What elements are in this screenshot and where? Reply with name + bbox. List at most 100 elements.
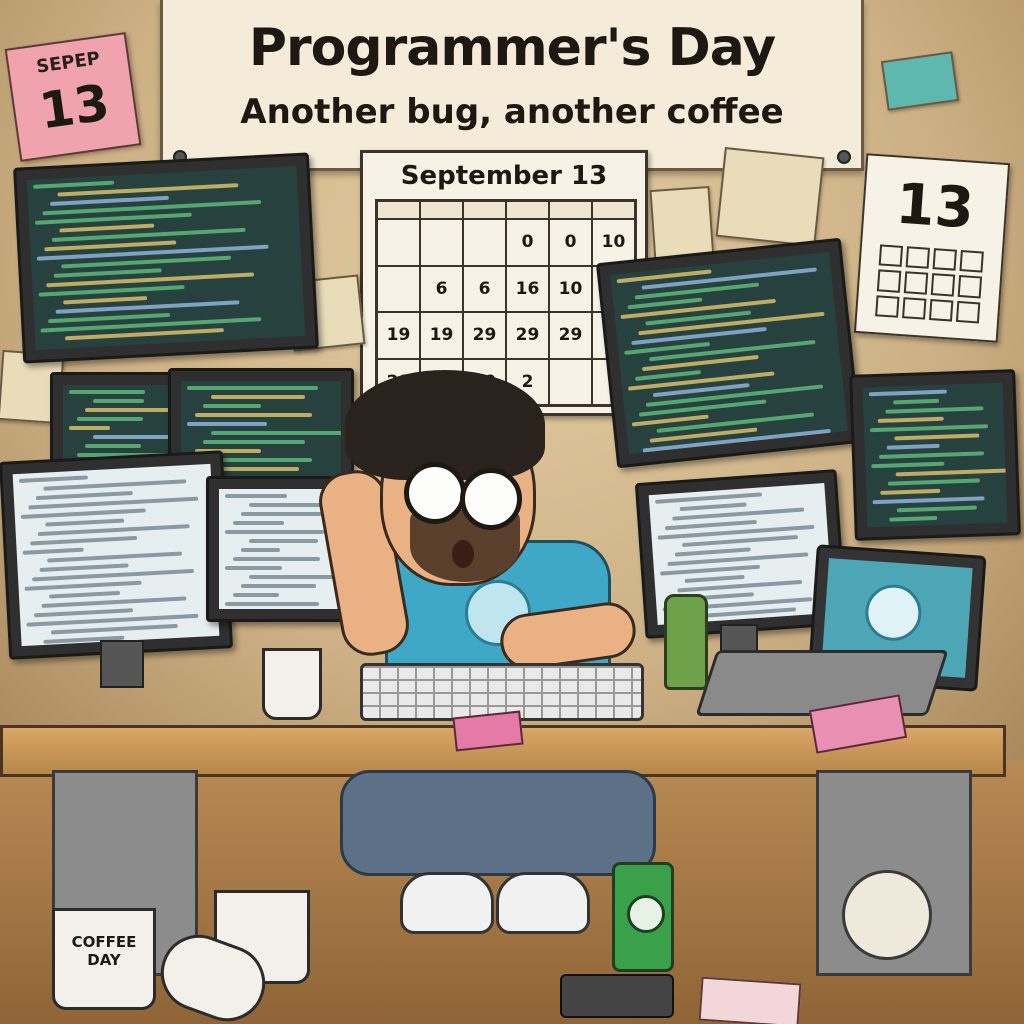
circle-logo-icon (863, 582, 924, 643)
code-line (249, 539, 318, 543)
laptop-keyboard (695, 650, 949, 716)
code-line (679, 502, 747, 512)
calendar-day-cell: 6 (420, 265, 463, 312)
code-line (69, 390, 145, 394)
code-line (47, 551, 182, 563)
right-calendar-day: 13 (893, 171, 977, 242)
code-line (48, 312, 170, 324)
calendar-day-cell (549, 358, 592, 405)
banner-title: Programmer's Day (248, 18, 776, 78)
monitor (13, 152, 319, 364)
code-line (211, 395, 306, 399)
calendar-day-cell: 16 (506, 265, 549, 312)
calendar-day-cell: 0 (549, 219, 592, 266)
code-line (77, 417, 143, 421)
calendar-day-cell: 0 (506, 219, 549, 266)
code-line (225, 530, 324, 534)
code-line (187, 422, 267, 426)
code-line (880, 488, 941, 495)
tipped-cup (842, 870, 932, 960)
programmers-day-illustration: Programmer's Day Another bug, another co… (0, 0, 1024, 1024)
code-line (43, 479, 186, 491)
code-line (225, 602, 319, 606)
code-line (38, 285, 185, 297)
pink-date-note: SEPEP 13 (4, 32, 142, 162)
code-line (37, 524, 191, 537)
calendar-day-cell (463, 219, 506, 266)
monitor (849, 369, 1021, 541)
circle-logo-icon (627, 895, 665, 933)
person-shoe (400, 872, 494, 934)
glasses-icon (404, 462, 466, 524)
calendar-day-cell: 10 (549, 265, 592, 312)
mug-label-line2: DAY (87, 951, 121, 969)
right-calendar: 13 (853, 153, 1011, 343)
person-shoe (496, 872, 590, 934)
code-line (24, 580, 142, 591)
code-line (233, 557, 321, 561)
calendar-weekday-header (463, 201, 506, 219)
code-line (203, 440, 306, 444)
code-line (22, 547, 85, 555)
calendar-title: September 13 (400, 161, 608, 191)
code-line (877, 416, 944, 423)
person-mouth (452, 540, 474, 568)
coffee-day-mug: COFFEE DAY (52, 908, 156, 1010)
code-line (50, 623, 178, 635)
code-line (684, 574, 745, 583)
soda-can (612, 862, 674, 972)
code-line (233, 593, 279, 597)
code-line (241, 584, 317, 588)
calendar-day-cell: 29 (549, 312, 592, 359)
code-line (30, 535, 138, 546)
code-line (871, 461, 945, 469)
code-line (886, 443, 940, 450)
calendar-weekday-header (592, 201, 635, 219)
monitor (0, 450, 234, 660)
calendar-day-cell: 29 (463, 312, 506, 359)
right-calendar-grid (875, 244, 984, 324)
monitor (595, 237, 863, 469)
code-line (85, 408, 173, 412)
glasses-icon (460, 468, 522, 530)
paper-note (698, 976, 802, 1024)
code-line (893, 398, 940, 405)
pin-icon (837, 150, 851, 164)
banner-subtitle: Another bug, another coffee (240, 92, 784, 132)
code-line (18, 475, 89, 483)
code-line (225, 566, 283, 570)
code-line (187, 386, 319, 390)
code-line (195, 413, 312, 417)
code-line (41, 596, 187, 608)
code-line (889, 515, 937, 522)
phone (560, 974, 674, 1018)
pink-sticky-note (452, 710, 524, 752)
code-line (48, 590, 121, 599)
calendar-day-cell: 10 (592, 219, 635, 266)
wall-sticky-note (715, 147, 825, 247)
code-line (664, 519, 757, 531)
code-line (85, 444, 142, 448)
code-line (885, 406, 984, 414)
monitor-stand (100, 640, 144, 688)
code-line (93, 435, 173, 439)
code-line (35, 491, 133, 501)
code-line (32, 180, 115, 189)
pink-note-day: 13 (35, 73, 113, 141)
code-line (241, 512, 322, 516)
calendar-day-cell: 6 (463, 265, 506, 312)
code-line (59, 223, 154, 233)
code-line (49, 195, 169, 206)
calendar-day-cell: 19 (377, 312, 420, 359)
coffee-mug (262, 648, 322, 720)
calendar-day-cell: 29 (506, 312, 549, 359)
code-line (93, 399, 144, 403)
code-line (203, 404, 261, 408)
code-screen (26, 166, 306, 350)
mug-label-line1: COFFEE (71, 933, 137, 951)
code-line (870, 424, 988, 433)
code-line (69, 426, 110, 430)
calendar-day-cell (377, 219, 420, 266)
code-line (39, 563, 129, 573)
code-line (895, 468, 1008, 477)
